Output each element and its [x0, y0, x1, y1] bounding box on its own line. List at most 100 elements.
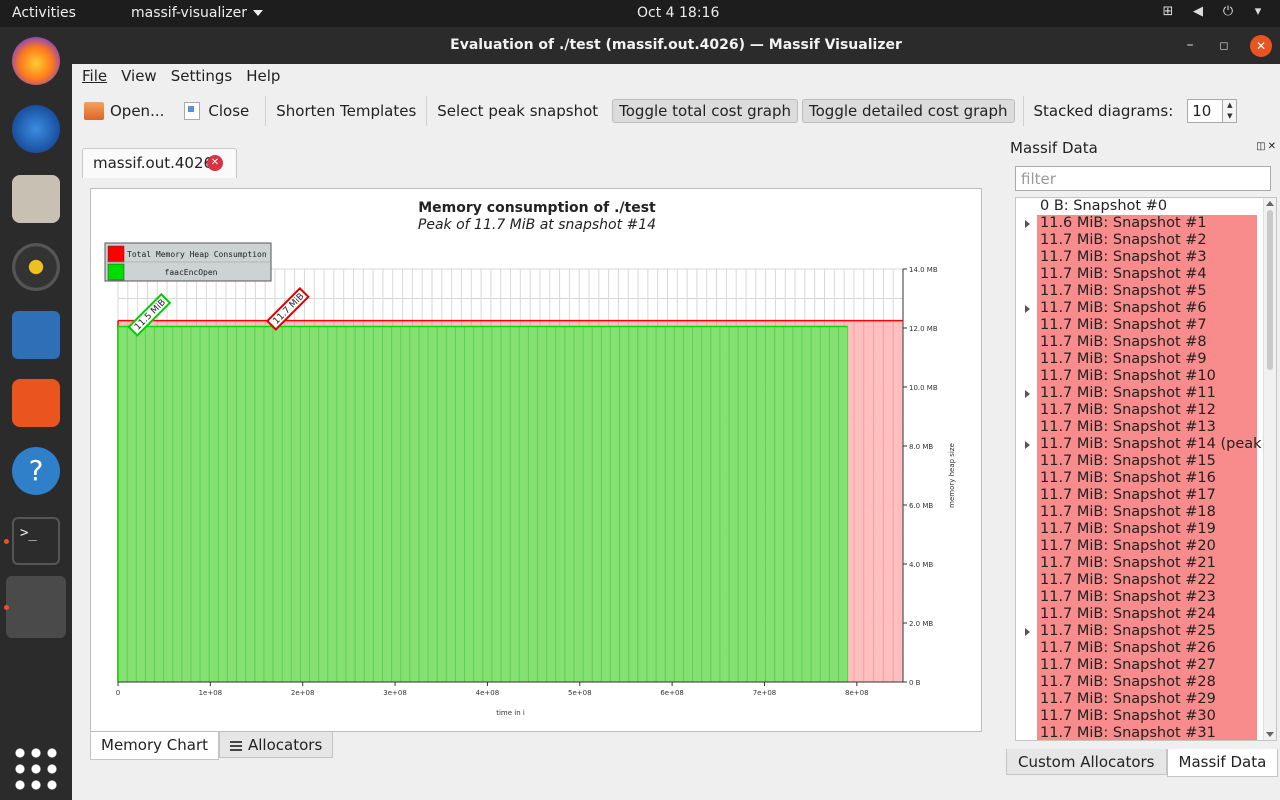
scroll-down-icon[interactable] — [1266, 732, 1274, 737]
spin-arrows-icon[interactable]: ▲ ▼ — [1223, 99, 1238, 123]
files-icon[interactable] — [12, 175, 60, 223]
menu-settings[interactable]: Settings — [171, 67, 233, 85]
list-item[interactable]: 11.7 MiB: Snapshot #31 — [1016, 725, 1276, 740]
close-button[interactable]: Close — [178, 97, 255, 125]
writer-icon[interactable] — [12, 311, 60, 359]
document-tab[interactable]: massif.out.4026 ✕ — [82, 148, 237, 178]
tab-allocators[interactable]: Allocators — [219, 732, 334, 758]
activities-button[interactable]: Activities — [12, 5, 76, 21]
firefox-icon[interactable] — [12, 37, 60, 85]
shorten-templates-button[interactable]: Shorten Templates — [270, 97, 422, 125]
snapshot-list[interactable]: 0 B: Snapshot #0 11.6 MiB: Snapshot #1 11.… — [1015, 197, 1277, 741]
menu-help[interactable]: Help — [246, 67, 280, 85]
expand-arrow-icon[interactable] — [1025, 390, 1030, 398]
close-icon[interactable]: ✕ — [1250, 35, 1272, 57]
toggle-total-cost-button[interactable]: Toggle total cost graph — [612, 99, 799, 123]
list-item[interactable]: 11.7 MiB: Snapshot #11 — [1016, 385, 1276, 402]
expand-arrow-icon[interactable] — [1025, 628, 1030, 636]
software-icon[interactable] — [12, 379, 60, 427]
list-item[interactable]: 11.7 MiB: Snapshot #25 — [1016, 623, 1276, 640]
toggle-detailed-cost-button[interactable]: Toggle detailed cost graph — [802, 99, 1015, 123]
list-item[interactable]: 0 B: Snapshot #0 — [1016, 198, 1276, 215]
massif-visualizer-icon[interactable] — [6, 576, 66, 638]
list-item[interactable]: 11.7 MiB: Snapshot #2 — [1016, 232, 1276, 249]
list-item[interactable]: 11.7 MiB: Snapshot #12 — [1016, 402, 1276, 419]
snapshot-label: 11.7 MiB: Snapshot #21 — [1037, 555, 1257, 572]
x-tick-label: 4e+08 — [476, 689, 500, 697]
scrollbar-thumb[interactable] — [1267, 210, 1273, 370]
toolbar: Open... Close Shorten Templates Select p… — [72, 90, 1280, 132]
system-tray[interactable]: ⊞ ◀ ⏻ ▾ — [1160, 4, 1266, 20]
list-item[interactable]: 11.7 MiB: Snapshot #15 — [1016, 453, 1276, 470]
list-item[interactable]: 11.7 MiB: Snapshot #20 — [1016, 538, 1276, 555]
x-tick-label: 8e+08 — [845, 689, 869, 697]
chevron-down-icon: ▾ — [1254, 4, 1262, 19]
app-menu[interactable]: massif-visualizer — [131, 5, 263, 21]
snapshot-label: 11.7 MiB: Snapshot #29 — [1037, 691, 1257, 708]
list-item[interactable]: 11.7 MiB: Snapshot #27 — [1016, 657, 1276, 674]
list-item[interactable]: 11.7 MiB: Snapshot #17 — [1016, 487, 1276, 504]
list-item[interactable]: 11.7 MiB: Snapshot #29 — [1016, 691, 1276, 708]
snapshot-label: 11.7 MiB: Snapshot #17 — [1037, 487, 1257, 504]
expand-arrow-icon[interactable] — [1025, 220, 1030, 228]
close-tab-icon[interactable]: ✕ — [207, 155, 223, 171]
list-item[interactable]: 11.7 MiB: Snapshot #9 — [1016, 351, 1276, 368]
expand-arrow-icon[interactable] — [1025, 441, 1030, 449]
open-button[interactable]: Open... — [78, 97, 170, 125]
list-item[interactable]: 11.7 MiB: Snapshot #26 — [1016, 640, 1276, 657]
list-item[interactable]: 11.7 MiB: Snapshot #13 — [1016, 419, 1276, 436]
tab-massif-data[interactable]: Massif Data — [1166, 749, 1279, 777]
massif-data-dock: Massif Data ◫✕ 0 B: Snapshot #011.6 MiB:… — [1008, 137, 1280, 797]
x-tick-label: 3e+08 — [383, 689, 407, 697]
menu-file[interactable]: File — [82, 67, 107, 85]
close-icon[interactable]: ✕ — [1268, 141, 1278, 152]
list-item[interactable]: 11.7 MiB: Snapshot #14 (peak) — [1016, 436, 1276, 453]
help-icon[interactable]: ? — [12, 447, 60, 495]
list-item[interactable]: 11.7 MiB: Snapshot #5 — [1016, 283, 1276, 300]
list-item[interactable]: 11.7 MiB: Snapshot #18 — [1016, 504, 1276, 521]
maximize-icon[interactable]: ◻ — [1208, 27, 1240, 64]
list-icon — [230, 740, 242, 751]
vertical-scrollbar[interactable] — [1263, 198, 1276, 740]
list-item[interactable]: 11.7 MiB: Snapshot #22 — [1016, 572, 1276, 589]
list-item[interactable]: 11.7 MiB: Snapshot #4 — [1016, 266, 1276, 283]
tab-allocators-label: Allocators — [248, 736, 323, 754]
filter-input[interactable] — [1015, 166, 1271, 191]
select-peak-snapshot-button[interactable]: Select peak snapshot — [431, 97, 604, 125]
scroll-up-icon[interactable] — [1266, 201, 1274, 206]
list-item[interactable]: 11.7 MiB: Snapshot #8 — [1016, 334, 1276, 351]
minimize-icon[interactable]: – — [1174, 27, 1206, 64]
list-item[interactable]: 11.7 MiB: Snapshot #21 — [1016, 555, 1276, 572]
y-tick-label: 0 B — [909, 679, 921, 687]
tab-memory-chart[interactable]: Memory Chart — [90, 732, 219, 760]
show-apps-icon[interactable] — [12, 745, 60, 793]
snapshot-label: 11.7 MiB: Snapshot #2 — [1037, 232, 1257, 249]
float-icon[interactable]: ◫ — [1256, 141, 1267, 152]
list-item[interactable]: 11.7 MiB: Snapshot #24 — [1016, 606, 1276, 623]
stacked-diagrams-spinbox[interactable]: 10 ▲ ▼ — [1187, 99, 1238, 123]
thunderbird-icon[interactable] — [12, 105, 60, 153]
list-item[interactable]: 11.7 MiB: Snapshot #19 — [1016, 521, 1276, 538]
list-item[interactable]: 11.7 MiB: Snapshot #6 — [1016, 300, 1276, 317]
clock[interactable]: Oct 4 18:16 — [637, 5, 719, 21]
rhythmbox-icon[interactable] — [12, 243, 60, 291]
menu-view[interactable]: View — [121, 67, 157, 85]
list-item[interactable]: 11.7 MiB: Snapshot #16 — [1016, 470, 1276, 487]
terminal-icon[interactable]: >_ — [12, 517, 60, 565]
dock-buttons[interactable]: ◫✕ — [1256, 141, 1278, 152]
snapshot-label: 11.7 MiB: Snapshot #18 — [1037, 504, 1257, 521]
stacked-diagrams-value[interactable]: 10 — [1187, 99, 1224, 123]
list-item[interactable]: 11.7 MiB: Snapshot #28 — [1016, 674, 1276, 691]
expand-arrow-icon[interactable] — [1025, 305, 1030, 313]
list-item[interactable]: 11.7 MiB: Snapshot #3 — [1016, 249, 1276, 266]
tab-custom-allocators[interactable]: Custom Allocators — [1006, 749, 1167, 775]
list-item[interactable]: 11.7 MiB: Snapshot #7 — [1016, 317, 1276, 334]
snapshot-label: 11.7 MiB: Snapshot #5 — [1037, 283, 1257, 300]
dock-title: Massif Data — [1010, 139, 1098, 157]
list-item[interactable]: 11.7 MiB: Snapshot #30 — [1016, 708, 1276, 725]
list-item[interactable]: 11.6 MiB: Snapshot #1 — [1016, 215, 1276, 232]
list-item[interactable]: 11.7 MiB: Snapshot #10 — [1016, 368, 1276, 385]
memory-chart[interactable]: 0 1e+08 2e+08 3e+08 4e+08 5e+08 6e+08 7e+08 8e+0… — [91, 189, 981, 731]
list-item[interactable]: 11.7 MiB: Snapshot #23 — [1016, 589, 1276, 606]
snapshot-label: 11.7 MiB: Snapshot #3 — [1037, 249, 1257, 266]
